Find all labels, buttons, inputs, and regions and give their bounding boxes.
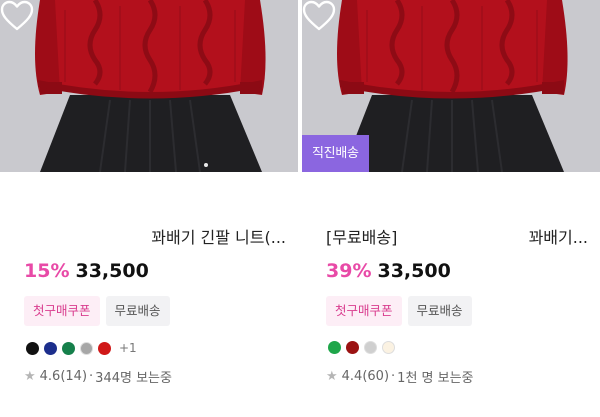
viewers-count: 344명 보는중 (95, 371, 172, 386)
color-swatches: +1 (26, 341, 137, 355)
discount-rate: 39% (326, 260, 372, 282)
product-title[interactable]: [무료배송] 꽈배기... (326, 227, 588, 249)
wishlist-heart-icon[interactable] (302, 0, 336, 32)
rating-value: 4.6(14) (39, 369, 88, 384)
viewers-count: 1천 명 보는중 (397, 371, 474, 386)
free-shipping-tag: 무료배송 (407, 296, 472, 326)
star-icon: ★ (24, 369, 36, 384)
star-icon: ★ (326, 369, 338, 384)
color-swatches (328, 341, 395, 354)
color-swatch (80, 341, 93, 355)
color-swatch (328, 341, 341, 354)
product-price: 33,500 (75, 260, 149, 282)
more-colors-count: +1 (119, 341, 137, 355)
product-photo (0, 0, 298, 172)
rating-value: 4.4(60) (341, 369, 390, 384)
product-image[interactable]: 직진배송 (302, 0, 600, 172)
product-name: 꽈배기 긴팔 니트(... (151, 228, 286, 247)
color-swatch (98, 341, 111, 355)
color-swatch (382, 341, 395, 354)
first-purchase-coupon-tag: 첫구매쿠폰 (24, 296, 100, 326)
price-row: 15% 33,500 (24, 258, 149, 284)
color-swatch (364, 341, 377, 354)
benefit-tags: 첫구매쿠폰 무료배송 (24, 296, 170, 326)
product-image[interactable] (0, 0, 298, 172)
wishlist-heart-icon[interactable] (0, 0, 34, 32)
meta-separator: · (89, 369, 94, 384)
color-swatch (62, 341, 75, 355)
product-price: 33,500 (377, 260, 451, 282)
product-brand: [무료배송] (326, 228, 398, 247)
rating-row: ★ 4.4(60) · 1천 명 보는중 (326, 367, 474, 386)
product-title[interactable]: 꽈배기 긴팔 니트(... (24, 227, 286, 249)
product-name: 꽈배기... (528, 228, 588, 247)
benefit-tags: 첫구매쿠폰 무료배송 (326, 296, 472, 326)
color-swatch (346, 341, 359, 354)
meta-separator: · (391, 369, 396, 384)
product-grid: 꽈배기 긴팔 니트(... 15% 33,500 첫구매쿠폰 무료배송 +1 ★ … (0, 0, 600, 417)
color-swatch (44, 341, 57, 355)
product-card[interactable]: 직진배송 [무료배송] 꽈배기... 39% 33,500 첫구매쿠폰 무료배송 … (302, 0, 600, 417)
rating-row: ★ 4.6(14) · 344명 보는중 (24, 367, 172, 386)
direct-delivery-badge: 직진배송 (302, 135, 369, 172)
color-swatch (26, 341, 39, 355)
price-row: 39% 33,500 (326, 258, 451, 284)
carousel-dot-icon (204, 163, 208, 167)
product-card[interactable]: 꽈배기 긴팔 니트(... 15% 33,500 첫구매쿠폰 무료배송 +1 ★ … (0, 0, 298, 417)
discount-rate: 15% (24, 260, 70, 282)
first-purchase-coupon-tag: 첫구매쿠폰 (326, 296, 402, 326)
free-shipping-tag: 무료배송 (105, 296, 170, 326)
